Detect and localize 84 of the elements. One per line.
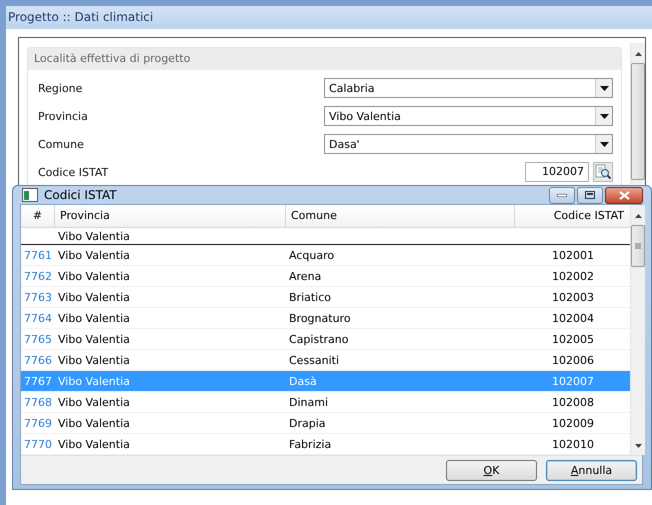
table-cell-text: Vibo Valentia <box>57 248 131 262</box>
cancel-button[interactable]: Annulla <box>546 460 637 480</box>
group-title: Località effettiva di progetto <box>28 48 621 70</box>
scrollbar[interactable] <box>630 205 645 455</box>
row-number: 7764 <box>23 312 53 324</box>
table-cell-text: Vibo Valentia <box>57 312 131 324</box>
table-cell-text: 102002 <box>551 270 595 282</box>
table-row[interactable]: 7765 Vibo Valentia Capistrano 102005 <box>21 329 630 350</box>
table-cell-text: Drapia <box>288 416 327 430</box>
table-row[interactable]: 7768 Vibo Valentia Dinami 102008 <box>21 392 630 413</box>
scrollbar[interactable] <box>630 43 645 184</box>
column-header[interactable]: # <box>21 205 54 227</box>
scroll-up-icon[interactable] <box>634 51 642 57</box>
row-number: 7762 <box>23 270 53 282</box>
row-number: 7766 <box>23 354 53 366</box>
scroll-thumb[interactable] <box>631 63 645 180</box>
grip-icon <box>635 243 641 249</box>
row-number: 7763 <box>23 290 53 304</box>
table-cell-text: Vibo Valentia <box>57 438 131 450</box>
scroll-thumb[interactable] <box>631 225 645 267</box>
maximize-button[interactable] <box>577 186 603 204</box>
table-cell-text: 102003 <box>551 290 595 304</box>
table-cell-text: Dinami <box>288 396 330 408</box>
table-cell-text: Vibo Valentia <box>57 416 131 430</box>
scroll-down-icon[interactable] <box>634 443 642 449</box>
table-cell-text: 102007 <box>551 374 595 388</box>
input-field[interactable]: 102007 <box>525 162 589 182</box>
table-cell-text: Cessaniti <box>288 354 340 366</box>
table-row[interactable]: 7761 Vibo Valentia Acquaro 102001 <box>21 245 630 266</box>
close-icon <box>618 190 630 200</box>
dialog-title: Codici ISTAT <box>44 188 118 202</box>
filter-cell[interactable]: Vibo Valentia <box>54 230 285 242</box>
row-number: 7765 <box>23 332 53 346</box>
table-cell-text: Vibo Valentia <box>57 290 131 304</box>
maximize-icon <box>585 191 595 199</box>
table-row[interactable]: 7763 Vibo Valentia Briatico 102003 <box>21 287 630 308</box>
table-cell-text: 102004 <box>551 312 595 324</box>
table-cell-text: Dasà <box>288 374 318 388</box>
table-cell-text: 102009 <box>551 416 595 430</box>
row-number: 7767 <box>23 374 53 388</box>
table-cell-text: Vibo Valentia <box>57 396 131 408</box>
dropdown[interactable]: Calabria <box>324 78 613 98</box>
table-row[interactable]: 7764 Vibo Valentia Brognaturo 102004 <box>21 308 630 329</box>
table-cell-text: Vibo Valentia <box>57 354 131 366</box>
field-label: Codice ISTAT <box>38 166 108 178</box>
magnifier-icon <box>594 163 612 181</box>
scroll-up-icon[interactable] <box>634 213 642 219</box>
field-label: Comune <box>38 138 84 150</box>
dropdown-arrow-icon <box>600 86 608 90</box>
table-cell-text: 102008 <box>551 396 595 408</box>
row-number: 7761 <box>23 248 53 262</box>
dropdown[interactable]: Dasa' <box>324 134 613 154</box>
dropdown[interactable]: Vibo Valentia <box>324 106 613 126</box>
row-number: 7769 <box>23 416 53 430</box>
minimize-button[interactable] <box>549 186 575 204</box>
table-cell-text: Capistrano <box>288 332 350 346</box>
table-cell-text: Arena <box>288 270 322 282</box>
table-cell-text: 102001 <box>551 248 595 262</box>
window-icon <box>22 188 38 202</box>
table-cell-text: 102005 <box>551 332 595 346</box>
table-cell-text: Fabrizia <box>288 438 332 450</box>
table-cell-text: Briatico <box>288 290 332 304</box>
window-title: Progetto :: Dati climatici <box>6 6 652 29</box>
minimize-icon <box>557 194 567 196</box>
search-button[interactable] <box>593 162 613 182</box>
table-cell-text: Vibo Valentia <box>57 374 131 388</box>
dropdown-arrow-icon <box>600 114 608 118</box>
field-label: Provincia <box>38 110 88 122</box>
close-button[interactable] <box>605 186 643 204</box>
table-cell-text: Vibo Valentia <box>57 270 131 282</box>
table-cell-text: 102006 <box>551 354 595 366</box>
table-row[interactable]: 7769 Vibo Valentia Drapia 102009 <box>21 413 630 434</box>
ok-button[interactable]: OK <box>446 460 537 480</box>
row-number: 7768 <box>23 396 53 408</box>
column-header[interactable]: Provincia <box>54 205 285 227</box>
table-cell-text: Vibo Valentia <box>57 332 131 346</box>
column-header[interactable]: Comune <box>285 205 514 227</box>
table-row[interactable]: 7762 Vibo Valentia Arena 102002 <box>21 266 630 287</box>
field-label: Regione <box>38 82 82 94</box>
table-cell-text: 102010 <box>551 438 595 450</box>
row-number: 7770 <box>23 438 53 450</box>
table-cell-text: Brognaturo <box>288 312 352 324</box>
table-cell-text: Acquaro <box>288 248 336 262</box>
dropdown-arrow-icon <box>600 142 608 146</box>
